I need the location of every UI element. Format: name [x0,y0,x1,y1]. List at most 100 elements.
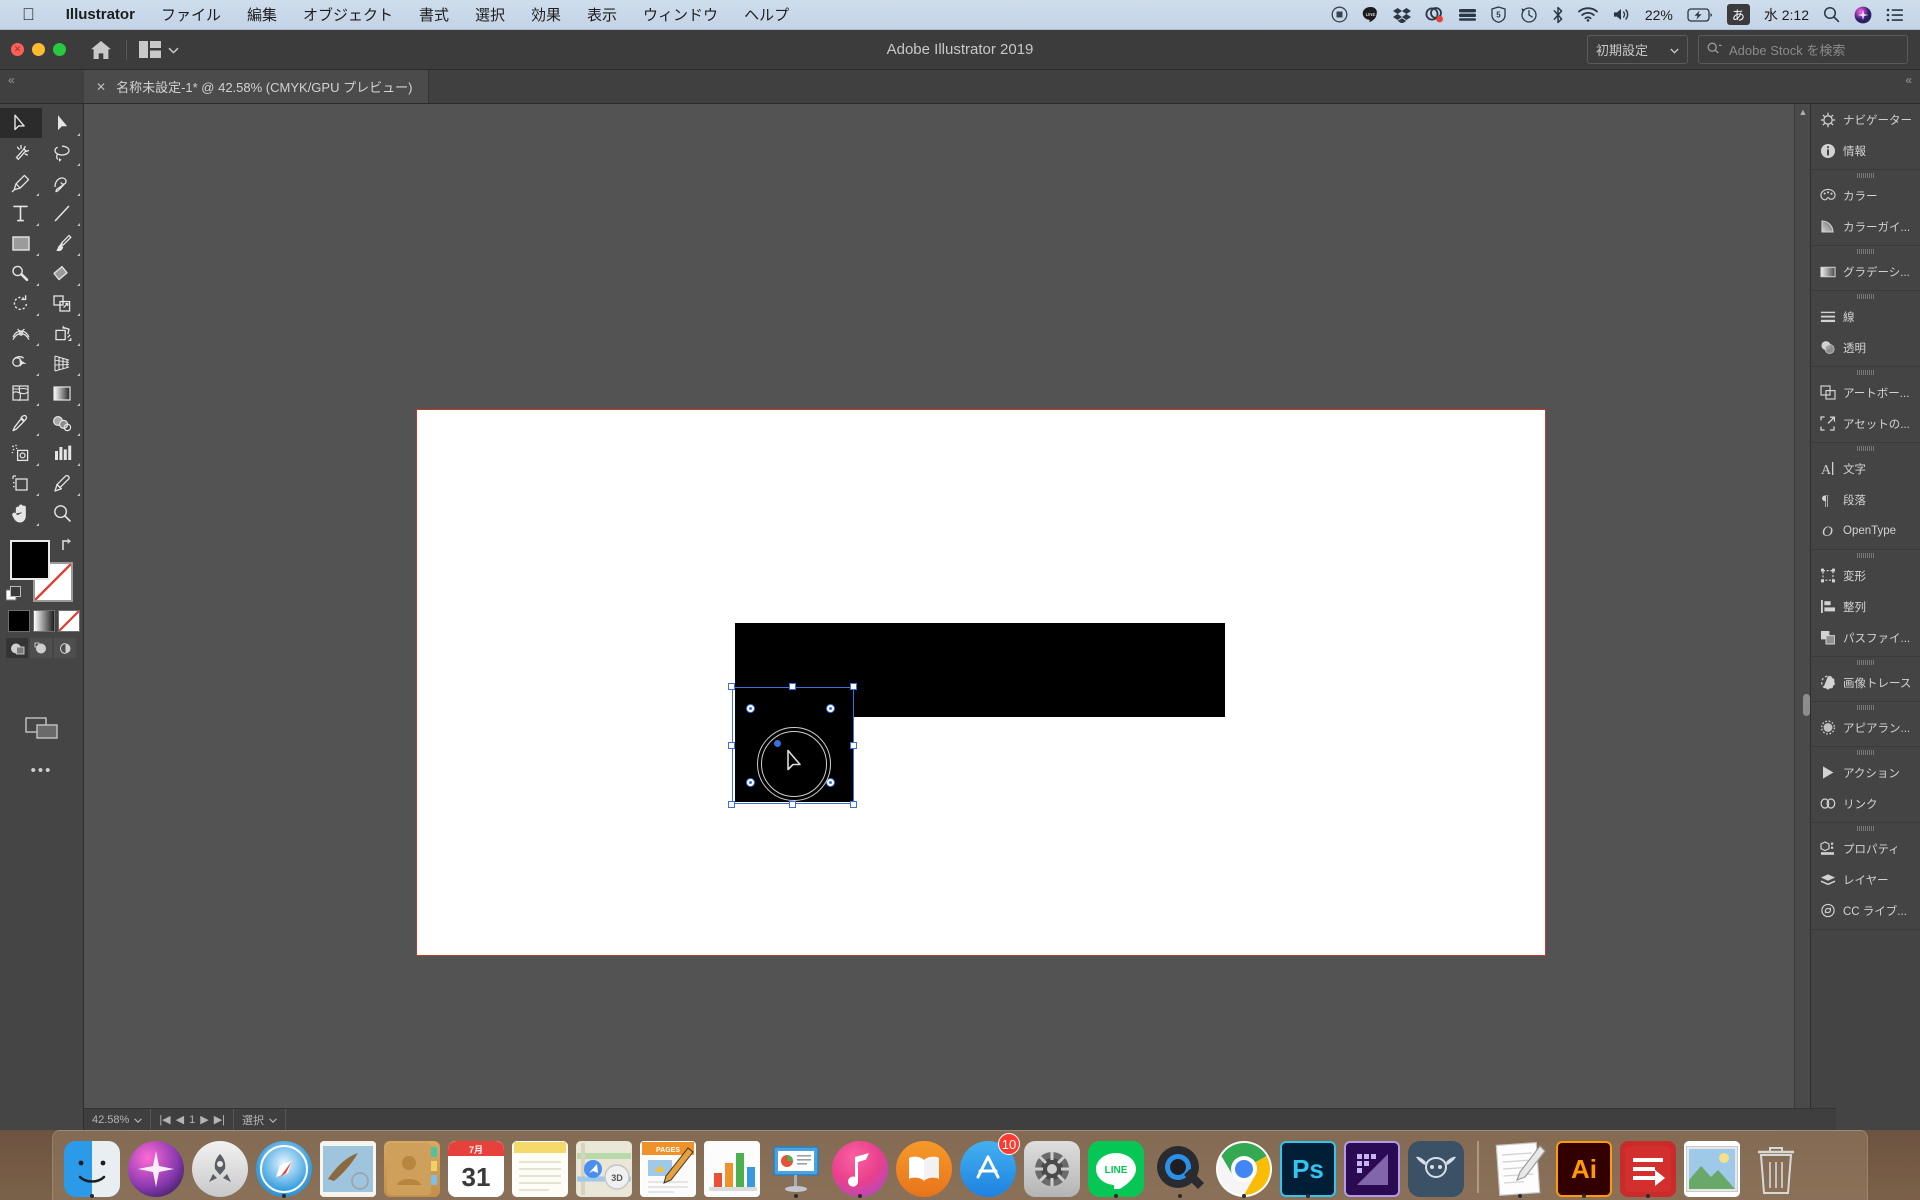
hand-tool[interactable] [0,498,42,528]
menu-item-object[interactable]: オブジェクト [290,4,406,25]
shaper-tool[interactable] [0,258,42,288]
dock-item-filezilla[interactable] [1617,1135,1679,1198]
dock-item-maps[interactable]: 3D [573,1135,635,1197]
dock-item-photoshop[interactable]: Ps [1277,1135,1339,1198]
shape-builder-tool[interactable] [0,348,42,378]
screen-recording-icon[interactable] [1331,6,1348,23]
handle-bottom-center[interactable] [789,801,796,808]
draw-behind-button[interactable] [30,638,52,658]
eraser-tool[interactable] [42,258,84,288]
dock-item-line[interactable]: LINE [1085,1135,1147,1198]
apple-logo-icon[interactable]:  [0,6,53,23]
panel-actions[interactable]: アクション [1811,757,1920,788]
workspace-switcher[interactable]: 初期設定 [1586,35,1688,64]
rectangle-tool[interactable] [0,228,42,258]
panel-info[interactable]: 情報 [1811,135,1920,166]
dock-item-appstore[interactable]: 10 [957,1133,1020,1197]
type-tool[interactable] [0,198,42,228]
sophos-icon[interactable]: 5 [1491,6,1506,23]
handle-top-right[interactable] [850,683,857,690]
mesh-tool[interactable] [0,378,42,408]
dock-item-textedit[interactable] [1489,1135,1551,1198]
panel-grip[interactable] [1811,550,1920,560]
handle-middle-left[interactable] [728,742,735,749]
column-graph-tool[interactable] [42,438,84,468]
none-swatch-button[interactable] [58,610,80,632]
eyedropper-tool[interactable] [0,408,42,438]
last-artboard-icon[interactable]: ▶| [214,1113,225,1126]
chevron-down-icon[interactable] [269,1114,277,1126]
dock-item-contacts[interactable] [381,1135,443,1197]
panel-character[interactable]: A 文字 [1811,453,1920,484]
dock-item-ibooks[interactable] [893,1135,955,1197]
panel-color[interactable]: カラー [1811,180,1920,211]
minimize-window-button[interactable] [32,43,45,56]
close-tab-icon[interactable]: ✕ [96,80,106,94]
scroll-up-icon[interactable]: ▲ [1795,104,1810,120]
panel-grip[interactable] [1811,747,1920,757]
dock-item-numbers[interactable] [701,1135,763,1197]
selection-bounding-box[interactable] [728,683,857,808]
direct-selection-tool[interactable] [42,108,84,138]
document-tab[interactable]: ✕ 名称未設定-1* @ 42.58% (CMYK/GPU プレビュー) [84,70,430,103]
zoom-window-button[interactable] [53,43,66,56]
dropbox-icon[interactable] [1392,7,1411,23]
panel-color-guide[interactable]: カラーガイ... [1811,211,1920,242]
current-tool-status[interactable]: 選択 [234,1109,287,1130]
screen-mode-button[interactable] [0,716,83,740]
canvas-scroll-thumb[interactable] [1803,694,1810,716]
panel-appearance[interactable]: アピアラン... [1811,712,1920,743]
gradient-swatch-button[interactable] [33,610,55,632]
prev-artboard-icon[interactable]: ◀ [176,1113,184,1126]
panel-grip[interactable] [1811,443,1920,453]
clipgrab-icon[interactable] [1425,6,1444,23]
pen-tool[interactable] [0,168,42,198]
panel-transform[interactable]: 変形 [1811,560,1920,591]
dock-item-system-preferences[interactable] [1021,1135,1083,1197]
swap-fill-stroke-icon[interactable] [59,536,77,557]
battery-charging-icon[interactable] [1687,7,1713,22]
handle-top-left[interactable] [728,683,735,690]
clock-label[interactable]: 水 2:12 [1764,5,1809,25]
dock-item-siri[interactable] [125,1135,187,1197]
canvas-area[interactable]: ▲ ▼ [84,104,1810,1130]
panel-transparency[interactable]: 透明 [1811,332,1920,363]
gradient-tool[interactable] [42,378,84,408]
dock-item-mail[interactable] [317,1135,379,1197]
panel-opentype[interactable]: O OpenType [1811,515,1920,546]
panel-align[interactable]: 整列 [1811,591,1920,622]
volume-icon[interactable] [1612,7,1631,22]
panel-image-trace[interactable]: 画像トレース [1811,667,1920,698]
close-window-button[interactable]: ✕ [11,43,24,56]
color-swatch-button[interactable] [8,610,30,632]
zoom-level-field[interactable]: 42.58% [84,1109,152,1130]
default-fill-stroke-icon[interactable] [5,586,22,607]
lasso-tool[interactable] [42,138,84,168]
corner-widget-top-right[interactable] [826,704,835,713]
panel-properties[interactable]: プロパティ [1811,833,1920,864]
dock-item-pages[interactable]: PAGES [637,1135,699,1197]
spotlight-search-icon[interactable] [1823,6,1840,23]
panel-cc-libraries[interactable]: CC ライブ... [1811,895,1920,926]
menu-item-type[interactable]: 書式 [406,4,462,25]
home-icon[interactable] [88,37,114,63]
menu-item-view[interactable]: 表示 [574,4,630,25]
dock-item-illustrator[interactable]: Ai [1553,1135,1615,1198]
panel-artboards[interactable]: アートボー... [1811,377,1920,408]
panel-navigator[interactable]: ナビゲーター [1811,104,1920,135]
timemachine-icon[interactable] [1520,6,1538,23]
next-artboard-icon[interactable]: ▶ [200,1113,208,1126]
handle-top-center[interactable] [789,683,796,690]
menu-item-select[interactable]: 選択 [462,4,518,25]
panel-stroke[interactable]: 線 [1811,301,1920,332]
ime-indicator[interactable]: あ [1726,4,1750,25]
panel-grip[interactable] [1811,823,1920,833]
panel-grip[interactable] [1811,367,1920,377]
menu-item-help[interactable]: ヘルプ [731,4,802,25]
dock-item-aftereffects[interactable] [1341,1135,1403,1197]
panel-asset-export[interactable]: アセットの... [1811,408,1920,439]
dock-item-trash[interactable] [1745,1135,1807,1197]
dock-item-quicktime[interactable] [1149,1135,1211,1198]
siri-icon[interactable] [1854,6,1872,24]
symbol-sprayer-tool[interactable] [0,438,42,468]
